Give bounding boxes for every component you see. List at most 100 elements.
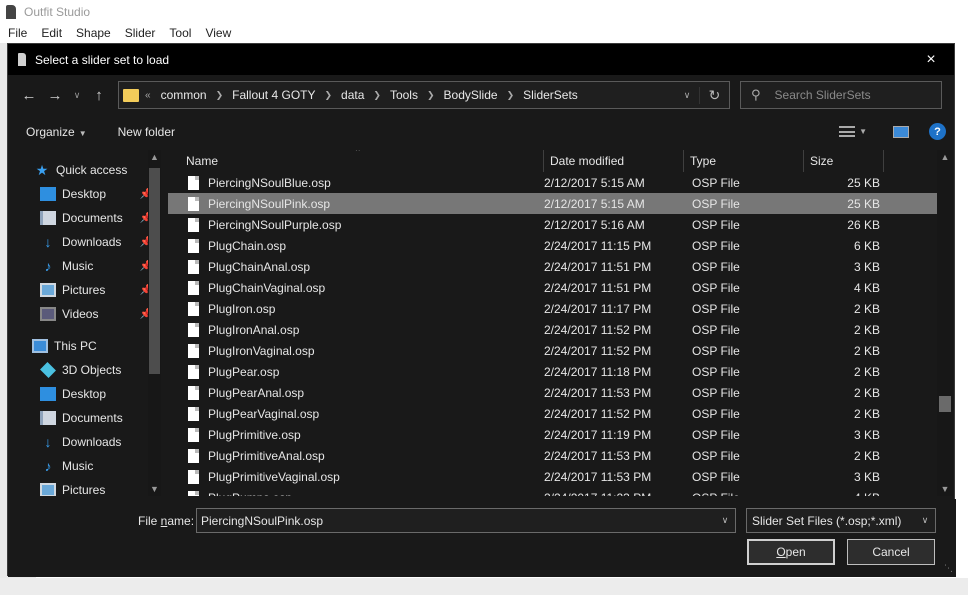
sidebar-item-pc-pictures[interactable]: Pictures [8, 478, 164, 496]
sidebar-item-videos[interactable]: Videos 📌 [8, 302, 164, 326]
cancel-button[interactable]: Cancel [847, 539, 935, 565]
sidebar-item-downloads[interactable]: ↓ Downloads 📌 [8, 230, 164, 254]
chevron-down-icon[interactable]: ∨ [915, 515, 935, 526]
scroll-down-icon[interactable]: ▼ [148, 484, 161, 494]
address-overflow[interactable]: « [145, 90, 151, 101]
table-row[interactable]: PlugPear.osp 2/24/2017 11:18 PM OSP File 2 … [168, 361, 938, 382]
address-bar[interactable]: « common ❯ Fallout 4 GOTY ❯ data ❯ Tools ❯ B… [118, 81, 730, 109]
crumb-bodyslide[interactable]: BodySlide [444, 88, 498, 102]
table-row[interactable]: PlugPearAnal.osp 2/24/2017 11:53 PM OSP Fi… [168, 382, 938, 403]
new-folder-button[interactable]: New folder [118, 125, 175, 139]
forward-arrow-icon[interactable]: → [42, 82, 68, 108]
chevron-right-icon[interactable]: ❯ [216, 90, 224, 101]
sidebar-item-music[interactable]: ♪ Music 📌 [8, 254, 164, 278]
file-scroll-thumb[interactable] [939, 396, 951, 412]
chevron-right-icon[interactable]: ❯ [507, 90, 515, 101]
file-name-cell: PlugPrimitiveVaginal.osp [168, 469, 526, 484]
scroll-up-icon[interactable]: ▲ [148, 152, 161, 162]
table-row[interactable]: PlugChainVaginal.osp 2/24/2017 11:51 PM OS… [168, 277, 938, 298]
crumb-common[interactable]: common [161, 88, 207, 102]
view-options-icon[interactable] [839, 126, 856, 137]
filename-field[interactable]: PiercingNSoulPink.osp ∨ [196, 508, 736, 533]
resize-grip-icon[interactable]: ⋱ [944, 563, 953, 574]
sidebar-item-label: This PC [54, 339, 97, 353]
sidebar-item-desktop[interactable]: Desktop 📌 [8, 182, 164, 206]
close-icon[interactable]: × [908, 44, 954, 75]
sidebar-item-pc-downloads[interactable]: ↓ Downloads [8, 430, 164, 454]
column-date-modified[interactable]: Date modified [544, 150, 684, 172]
file-date: 2/24/2017 11:23 PM [526, 491, 670, 497]
up-arrow-icon[interactable]: ↑ [86, 82, 112, 108]
column-type[interactable]: Type [684, 150, 804, 172]
nav-scrollbar[interactable]: ▲ ▼ [148, 150, 161, 496]
view-dropdown-icon[interactable]: ▼ [859, 127, 867, 136]
search-box[interactable]: ⚲ Search SliderSets [740, 81, 942, 109]
open-button[interactable]: Open [747, 539, 835, 565]
sidebar-item-label: Music [62, 459, 94, 473]
menu-shape[interactable]: Shape [76, 26, 111, 40]
pictures-icon [40, 483, 56, 496]
crumb-slidersets[interactable]: SliderSets [523, 88, 578, 102]
refresh-icon[interactable]: ↻ [699, 86, 729, 104]
table-row[interactable]: PiercingNSoulPink.osp 2/12/2017 5:15 AM OS… [168, 193, 938, 214]
sidebar-item-pictures[interactable]: Pictures 📌 [8, 278, 164, 302]
file-type: OSP File [692, 238, 740, 253]
help-icon[interactable]: ? [929, 123, 946, 140]
table-row[interactable]: PiercingNSoulBlue.osp 2/12/2017 5:15 AM OS… [168, 172, 938, 193]
table-row[interactable]: PlugPrimitive.osp 2/24/2017 11:19 PM OSP F… [168, 424, 938, 445]
file-icon [188, 196, 199, 211]
chevron-right-icon[interactable]: ❯ [373, 90, 381, 101]
navigation-pane: ★ Quick access Desktop 📌 Documents 📌 ↓ D… [8, 150, 164, 496]
column-size[interactable]: Size [804, 150, 884, 172]
preview-pane-icon[interactable] [893, 125, 909, 138]
sidebar-item-3d-objects[interactable]: 3D Objects [8, 358, 164, 382]
crumb-data[interactable]: data [341, 88, 364, 102]
menu-view[interactable]: View [205, 26, 231, 40]
table-row[interactable]: PlugIronVaginal.osp 2/24/2017 11:52 PM OSP… [168, 340, 938, 361]
table-row[interactable]: PlugPumps.osp 2/24/2017 11:23 PMOSP File4… [168, 487, 938, 496]
crumb-fallout4[interactable]: Fallout 4 GOTY [232, 88, 315, 102]
file-scrollbar[interactable]: ▲ ▼ [937, 150, 953, 496]
recent-locations-chevron-icon[interactable]: ∨ [68, 82, 86, 108]
back-arrow-icon[interactable]: ← [16, 82, 42, 108]
table-row[interactable]: PlugPearVaginal.osp 2/24/2017 11:52 PM OSP… [168, 403, 938, 424]
menu-edit[interactable]: Edit [41, 26, 62, 40]
sidebar-item-documents[interactable]: Documents 📌 [8, 206, 164, 230]
sidebar-item-label: Pictures [62, 483, 106, 496]
sidebar-item-pc-desktop[interactable]: Desktop [8, 382, 164, 406]
file-icon [188, 490, 199, 496]
sidebar-item-label: Documents [62, 411, 123, 425]
chevron-down-icon[interactable]: ∨ [715, 515, 735, 526]
filetype-select[interactable]: Slider Set Files (*.osp;*.xml) ∨ [746, 508, 936, 533]
sidebar-item-this-pc[interactable]: This PC [8, 334, 164, 358]
file-size: 2 KB [853, 406, 880, 421]
sidebar-item-pc-documents[interactable]: Documents [8, 406, 164, 430]
table-row[interactable]: PlugIronAnal.osp 2/24/2017 11:52 PM OSP Fi… [168, 319, 938, 340]
address-dropdown-icon[interactable]: ∨ [675, 90, 699, 101]
menu-slider[interactable]: Slider [125, 26, 156, 40]
file-date: 2/24/2017 11:15 PM [544, 238, 652, 253]
table-row[interactable]: PlugChainAnal.osp 2/24/2017 11:51 PM OSP F… [168, 256, 938, 277]
file-icon [188, 217, 199, 232]
table-row[interactable]: PlugPrimitiveVaginal.osp 2/24/2017 11:53 … [168, 466, 938, 487]
menu-tool[interactable]: Tool [169, 26, 191, 40]
table-row[interactable]: PlugIron.osp 2/24/2017 11:17 PM OSP File 2 … [168, 298, 938, 319]
scroll-down-icon[interactable]: ▼ [937, 484, 953, 494]
chevron-right-icon[interactable]: ❯ [325, 90, 333, 101]
sidebar-item-pc-music[interactable]: ♪ Music [8, 454, 164, 478]
table-row[interactable]: PiercingNSoulPurple.osp 2/12/2017 5:16 AM… [168, 214, 938, 235]
sidebar-item-quick-access[interactable]: ★ Quick access [8, 158, 164, 182]
table-row[interactable]: PlugChain.osp 2/24/2017 11:15 PM OSP File 6… [168, 235, 938, 256]
file-type: OSP File [692, 469, 740, 484]
filename-value[interactable]: PiercingNSoulPink.osp [201, 514, 323, 528]
organize-button[interactable]: Organize ▼ [26, 125, 87, 139]
chevron-right-icon[interactable]: ❯ [427, 90, 435, 101]
nav-scroll-thumb[interactable] [149, 168, 160, 374]
scroll-up-icon[interactable]: ▲ [937, 152, 953, 162]
star-icon: ★ [35, 162, 49, 178]
crumb-tools[interactable]: Tools [390, 88, 418, 102]
file-icon [188, 301, 199, 316]
table-row[interactable]: PlugPrimitiveAnal.osp 2/24/2017 11:53 PM O… [168, 445, 938, 466]
file-type: OSP File [692, 259, 740, 274]
menu-file[interactable]: File [8, 26, 27, 40]
